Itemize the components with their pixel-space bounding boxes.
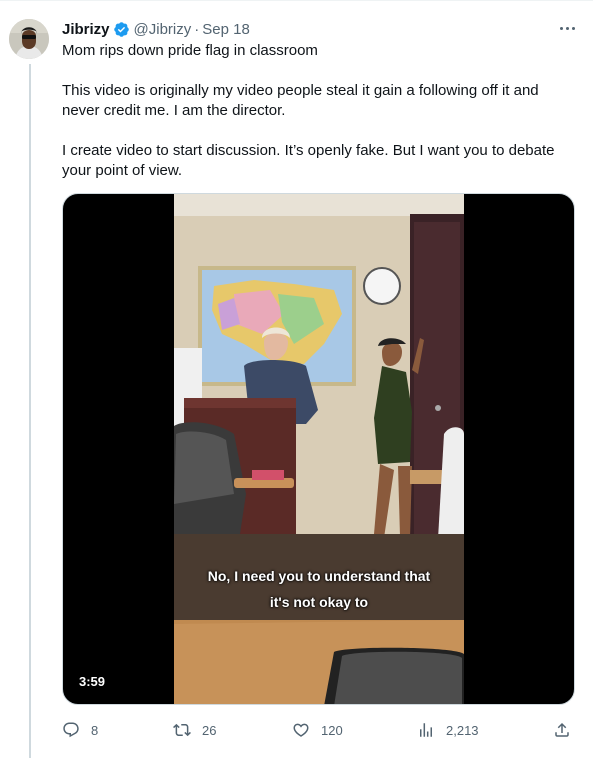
- video-frame: [174, 194, 464, 704]
- separator-dot: ·: [194, 20, 200, 38]
- views-button[interactable]: 2,213: [417, 719, 479, 741]
- avatar[interactable]: [9, 19, 49, 59]
- tweet-date[interactable]: Sep 18: [202, 21, 250, 38]
- repost-button[interactable]: 26: [173, 719, 216, 741]
- like-button[interactable]: 120: [292, 719, 343, 741]
- tweet-text-line: Mom rips down pride flag in classroom: [62, 42, 318, 59]
- video-duration: 3:59: [79, 674, 106, 689]
- handle[interactable]: @Jibrizy: [134, 21, 192, 38]
- share-icon: [553, 721, 571, 739]
- tweet-text: Mom rips down pride flag in classroom Th…: [62, 41, 574, 181]
- tweet-text-line: This video is originally my video people…: [62, 82, 539, 119]
- tweet-header: Jibrizy @Jibrizy · Sep 18: [62, 19, 250, 39]
- views-count: 2,213: [446, 722, 479, 738]
- views-icon: [417, 721, 435, 739]
- share-button[interactable]: [553, 719, 571, 741]
- thread-line: [29, 64, 31, 758]
- like-count: 120: [321, 722, 343, 738]
- like-icon: [292, 721, 310, 739]
- repost-count: 26: [202, 722, 217, 738]
- reply-button[interactable]: 8: [62, 719, 98, 741]
- reply-count: 8: [91, 722, 99, 738]
- tweet-text-line: I create video to start discussion. It’s…: [62, 142, 555, 179]
- top-divider: [0, 0, 593, 1]
- video-caption-line: No, I need you to understand that: [207, 568, 431, 584]
- reply-icon: [62, 721, 80, 739]
- action-bar: 8 26 120 2,213: [56, 719, 576, 741]
- verified-badge-icon: [113, 21, 130, 38]
- more-icon[interactable]: [556, 18, 578, 38]
- display-name[interactable]: Jibrizy: [62, 21, 110, 38]
- video-player[interactable]: No, I need you to understand that it's n…: [62, 193, 575, 705]
- video-caption-line: it's not okay to: [269, 594, 369, 610]
- repost-icon: [173, 721, 191, 739]
